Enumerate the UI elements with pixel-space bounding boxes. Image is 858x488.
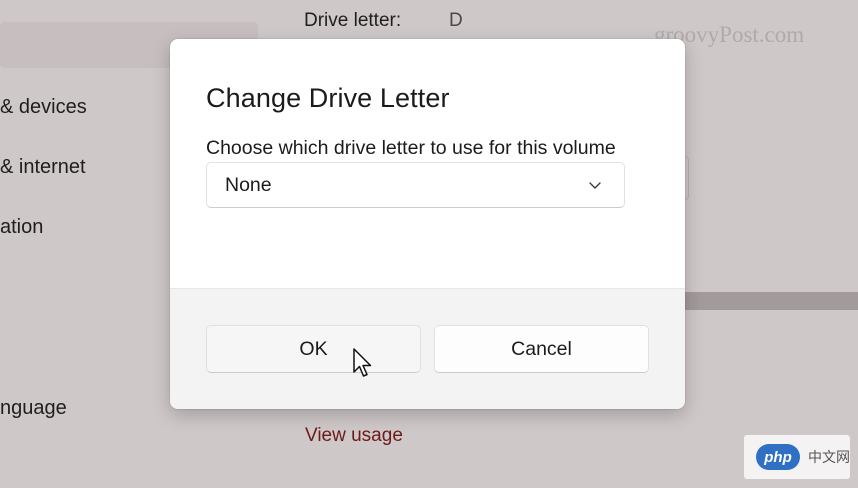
- drive-letter-label: Drive letter:: [304, 10, 402, 31]
- mouse-pointer-icon: [353, 348, 372, 377]
- sidebar-item-personalization[interactable]: ation: [0, 216, 43, 239]
- drive-letter-dropdown[interactable]: None: [206, 162, 625, 208]
- php-logo: php: [756, 444, 800, 470]
- view-usage-link[interactable]: View usage: [305, 425, 403, 447]
- sidebar-item-network-internet[interactable]: & internet: [0, 156, 86, 179]
- php-cn-badge: php 中文网: [744, 435, 850, 479]
- chevron-down-icon: [589, 182, 601, 189]
- storage-usage-bar: [684, 292, 858, 310]
- sidebar-item-devices[interactable]: & devices: [0, 96, 87, 119]
- sidebar-item-time-language[interactable]: nguage: [0, 397, 67, 420]
- dialog-description: Choose which drive letter to use for thi…: [206, 137, 616, 159]
- drive-letter-value: D: [449, 10, 463, 31]
- php-badge-text: 中文网: [808, 450, 850, 466]
- dialog-title: Change Drive Letter: [206, 83, 450, 113]
- dialog-footer: OK Cancel: [170, 288, 685, 409]
- dropdown-selected-value: None: [225, 173, 272, 196]
- cancel-button[interactable]: Cancel: [434, 325, 649, 373]
- ok-button[interactable]: OK: [206, 325, 421, 373]
- change-drive-letter-dialog: Change Drive Letter Choose which drive l…: [170, 39, 685, 409]
